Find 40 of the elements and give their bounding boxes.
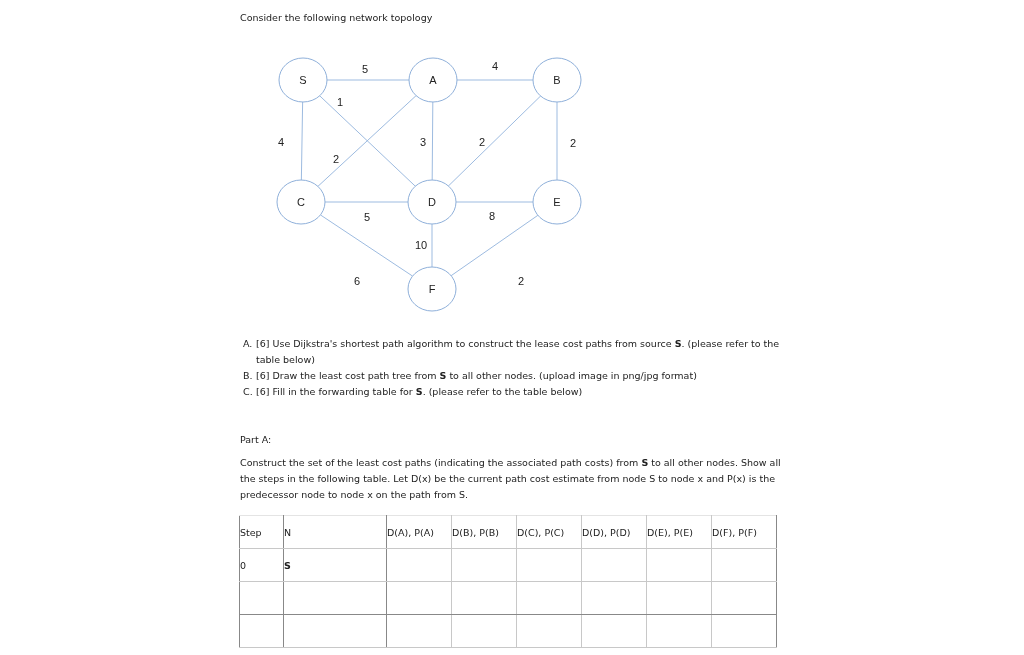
edge-weight-label: 10 [414, 239, 428, 251]
edge-weight-label: 2 [517, 275, 525, 287]
edge-weight-label: 2 [478, 136, 486, 148]
question-marker: B. [243, 369, 254, 383]
edge-weight-label: 8 [488, 210, 496, 222]
table-cell: S [283, 548, 387, 582]
node-circle: S [278, 57, 328, 103]
column-header: D(E), P(E) [646, 515, 712, 549]
node-circle: E [532, 179, 582, 225]
column-header: D(D), P(D) [581, 515, 647, 549]
instructions-paragraph: Construct the set of the least cost paths (indicating the associated path costs) from S to all other nodes. Show all the steps in the following table. Let D(x) be the current path cost estimate from node S to node x and P(x) is the predecessor node to node x on the path from S. [240, 456, 782, 502]
column-header: D(A), P(A) [386, 515, 452, 549]
node-circle: C [276, 179, 326, 225]
question-text: [6] Fill in the forwarding table for S. (please refer to the table below) [256, 385, 584, 399]
column-header: N [283, 515, 387, 549]
question-intro: Consider the following network topology [240, 12, 433, 23]
column-header: D(C), P(C) [516, 515, 582, 549]
edge-weight-label: 2 [569, 137, 577, 149]
part-heading: Part A: [240, 434, 272, 445]
column-header: Step [239, 515, 284, 549]
edge-weight-label: 2 [332, 153, 340, 165]
table-cell: 0 [239, 548, 284, 582]
node-circle: B [532, 57, 582, 103]
edge-weight-label: 1 [336, 96, 344, 108]
edge-weight-label: 3 [419, 136, 427, 148]
question-text: [6] Use Dijkstra's shortest path algorithm to construct the lease cost paths from source S. (please refer to the table below) [256, 337, 781, 367]
node-circle: F [407, 266, 457, 312]
question-marker: C. [243, 385, 254, 399]
question-marker: A. [243, 337, 254, 351]
edge-weight-label: 6 [353, 275, 361, 287]
column-header: D(B), P(B) [451, 515, 517, 549]
node-circle: D [407, 179, 457, 225]
edge-weight-label: 5 [363, 211, 371, 223]
edge-weight-label: 4 [277, 136, 285, 148]
question-text: [6] Draw the least cost path tree from S to all other nodes. (upload image in png/jpg format) [256, 369, 698, 383]
edge-weight-label: 5 [361, 63, 369, 75]
node-circle: A [408, 57, 458, 103]
column-header: D(F), P(F) [711, 515, 777, 549]
edge-weight-label: 4 [491, 60, 499, 72]
edge-line [431, 223, 433, 268]
